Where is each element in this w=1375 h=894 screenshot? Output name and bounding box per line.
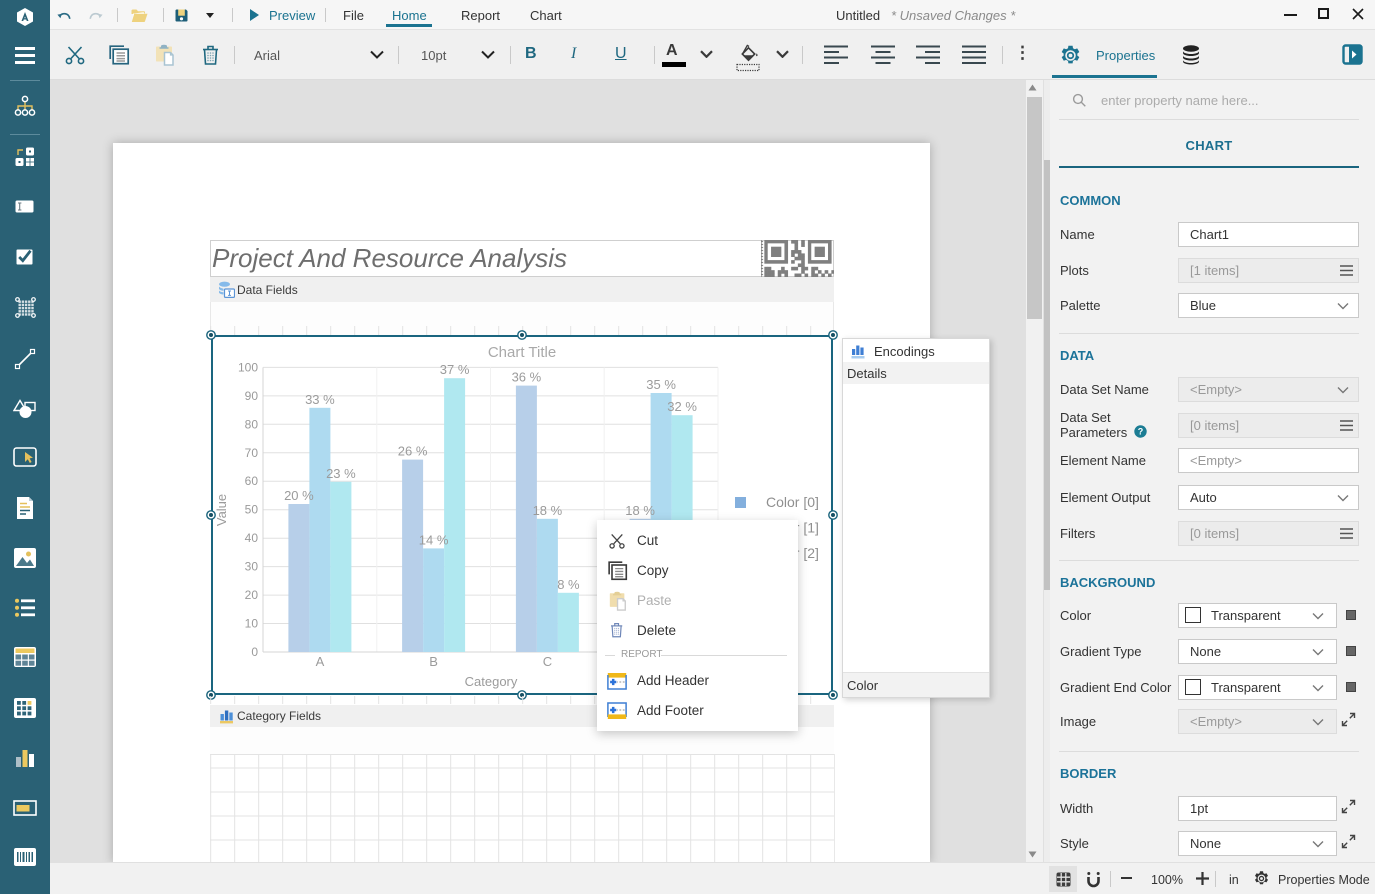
svg-text:Chart Title: Chart Title [488, 344, 556, 361]
svg-text:40: 40 [245, 531, 259, 545]
svg-text:Value: Value [214, 494, 229, 526]
svg-text:0: 0 [251, 645, 258, 659]
svg-text:10: 10 [245, 617, 259, 631]
svg-text:80: 80 [245, 417, 259, 431]
svg-text:14 %: 14 % [419, 532, 449, 547]
svg-text:60: 60 [245, 474, 259, 488]
svg-text:18 %: 18 % [533, 503, 563, 518]
svg-text:20 %: 20 % [284, 488, 314, 503]
svg-text:C: C [543, 654, 552, 669]
svg-text:90: 90 [245, 389, 259, 403]
svg-text:26 %: 26 % [398, 444, 428, 459]
svg-text:Category: Category [465, 674, 518, 689]
svg-text:18 %: 18 % [625, 503, 655, 518]
svg-text:?: ? [1138, 427, 1144, 437]
svg-text:32 %: 32 % [667, 399, 697, 414]
svg-text:30: 30 [245, 560, 259, 574]
svg-text:33 %: 33 % [305, 392, 335, 407]
svg-text:50: 50 [245, 503, 259, 517]
svg-text:Color [0]: Color [0] [766, 494, 819, 510]
svg-text:A: A [316, 654, 325, 669]
svg-text:36 %: 36 % [512, 370, 542, 385]
svg-text:8 %: 8 % [557, 577, 580, 592]
svg-text:23 %: 23 % [326, 466, 356, 481]
svg-text:B: B [429, 654, 438, 669]
svg-text:37 %: 37 % [440, 362, 470, 377]
svg-text:70: 70 [245, 446, 259, 460]
svg-text:35 %: 35 % [646, 377, 676, 392]
svg-text:20: 20 [245, 588, 259, 602]
svg-text:100: 100 [238, 360, 258, 374]
